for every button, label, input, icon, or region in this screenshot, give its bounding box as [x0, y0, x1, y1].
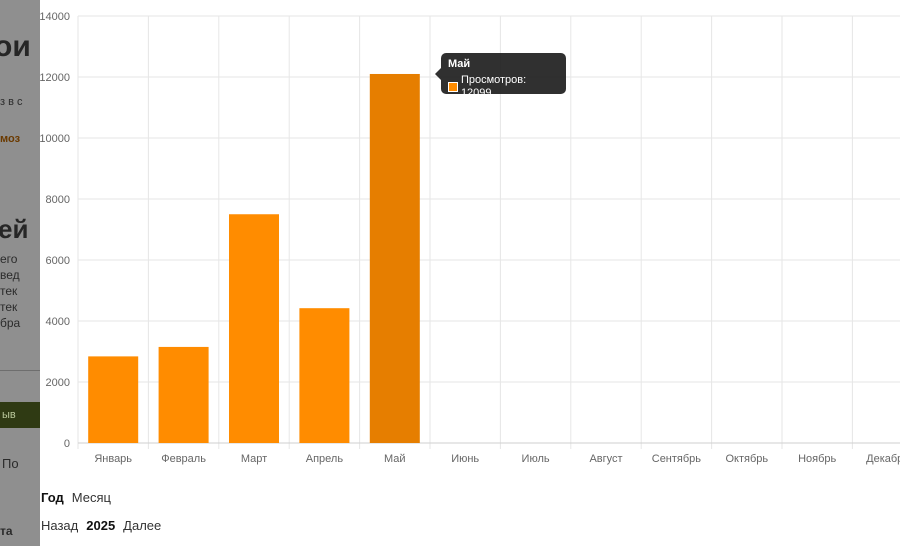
x-tick-label: Ноябрь: [798, 453, 836, 465]
current-year: 2025: [86, 518, 116, 533]
bar-4: [299, 308, 350, 443]
x-tick-label: Сентябрь: [652, 453, 702, 465]
year-tab[interactable]: Год: [41, 489, 64, 517]
tooltip-caret: [435, 68, 441, 80]
bar-3: [229, 214, 279, 443]
tooltip-row: Просмотров: 12099: [448, 74, 559, 100]
bar-2: [158, 346, 209, 443]
chart-modal: 0 2000 4000 6000 8000 10000 12000 14000 Январь Фе…: [40, 0, 900, 546]
x-tick-label: Февраль: [161, 453, 206, 465]
background-paragraph-line: его: [0, 252, 18, 266]
y-tick-label: 6000: [46, 255, 70, 267]
next-link[interactable]: Далее: [123, 517, 161, 545]
background-page-overlay: ои з в с моз ей его вед тек тек бра ыв П…: [0, 0, 40, 546]
background-tabs: По: [2, 456, 19, 471]
x-tick-label: Май: [384, 453, 406, 465]
bar-5: [369, 73, 420, 443]
chart-controls: Год Месяц Назад 2025 Далее: [41, 489, 161, 545]
x-tick-label: Апрель: [306, 453, 344, 465]
month-tab[interactable]: Месяц: [72, 489, 111, 517]
x-tick-label: Январь: [94, 453, 132, 465]
background-bottom-text: та: [0, 524, 13, 538]
tooltip-value: Просмотров: 12099: [460, 74, 527, 99]
x-tick-label: Март: [241, 453, 267, 465]
background-paragraph-line: бра: [0, 316, 21, 330]
x-tick-label: Июль: [522, 453, 550, 465]
x-tick-label: Декабрь: [866, 453, 900, 465]
background-heading-2: ей: [0, 214, 29, 244]
y-tick-label: 2000: [46, 377, 70, 389]
y-tick-label: 14000: [40, 11, 70, 23]
period-switch: Год Месяц: [41, 489, 161, 517]
chart-tooltip: Май Просмотров: 12099: [435, 53, 566, 99]
y-tick-label: 8000: [46, 194, 70, 206]
background-paragraph-line: вед: [0, 268, 20, 282]
tooltip-color-swatch: [448, 82, 458, 92]
background-link: моз: [0, 133, 21, 145]
x-tick-label: Октябрь: [725, 453, 768, 465]
y-tick-label: 4000: [46, 316, 70, 328]
background-paragraph-line: тек: [0, 284, 18, 298]
y-tick-label: 10000: [40, 133, 70, 145]
background-button: ыв: [0, 402, 40, 428]
background-heading: ои: [0, 30, 31, 63]
background-paragraph-line: тек: [0, 300, 18, 314]
tooltip-title: Май: [448, 58, 471, 70]
y-tick-label: 12000: [40, 72, 70, 84]
background-divider: [0, 370, 40, 371]
background-text-line: з в с: [0, 96, 23, 108]
background-paragraph: его вед тек тек бра: [0, 251, 40, 331]
x-tick-label: Июнь: [451, 453, 479, 465]
back-link[interactable]: Назад: [41, 517, 78, 545]
y-tick-label: 0: [64, 438, 70, 450]
bar-1: [88, 356, 139, 443]
x-tick-label: Август: [589, 453, 622, 465]
year-navigation: Назад 2025 Далее: [41, 517, 161, 545]
